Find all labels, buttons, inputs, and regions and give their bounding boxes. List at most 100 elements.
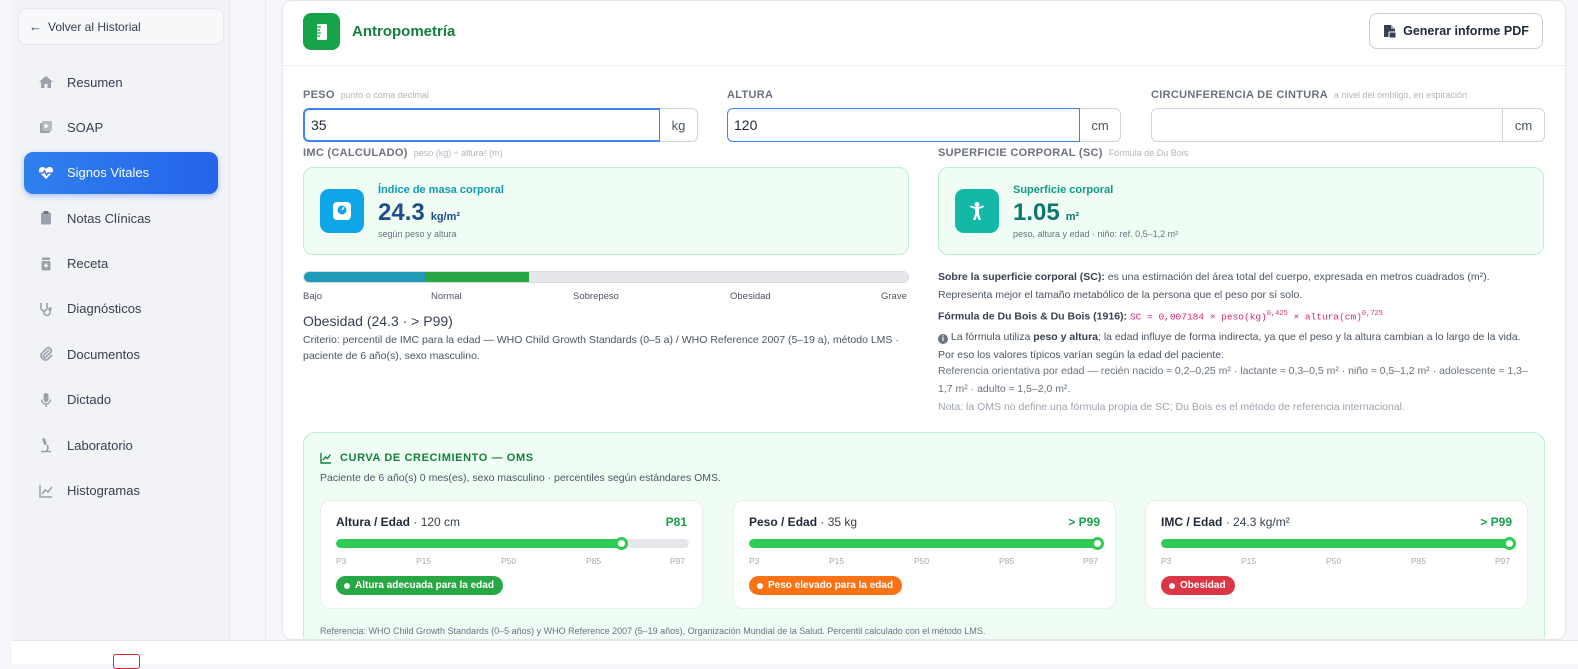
scale-label-grave: Grave [881, 291, 907, 302]
percentile-marker [1091, 537, 1104, 550]
sidebar-item-label: Histogramas [67, 483, 140, 499]
sc-title: Superficie corporal [1013, 184, 1114, 196]
imc-scale-segment-bajo [304, 272, 425, 282]
sidebar-item-label: Receta [67, 256, 109, 272]
imc-criteria: Criterio: percentil de IMC para la edad … [303, 334, 899, 362]
sidebar: ← Volver al Historial Resumen SOAP Signo… [12, 0, 230, 640]
sc-note: Nota: la OMS no define una fórmula propi… [938, 401, 1405, 413]
imc-value: 24.3 [378, 199, 425, 226]
waist-unit: cm [1503, 108, 1545, 142]
pdf-preview-thumbnail[interactable] [113, 654, 140, 669]
status-badge: Obesidad [1161, 576, 1235, 595]
content-gutter [230, 0, 266, 640]
sidebar-item-diagnosticos[interactable]: Diagnósticos [24, 288, 218, 330]
child-icon [955, 189, 999, 233]
scale-label-obesidad: Obesidad [730, 291, 771, 302]
percentile-value: P81 [665, 515, 687, 529]
clipboard-icon [41, 211, 51, 225]
sidebar-item-histogramas[interactable]: Histogramas [24, 470, 218, 512]
microscope-icon [41, 438, 51, 453]
imc-unit: kg/m² [430, 211, 461, 223]
growth-card-weight: Peso / Edad · 35 kg > P99 P3 P15 P50 P85 P97… [733, 500, 1116, 609]
scale-icon [320, 189, 364, 233]
prescription-icon [41, 257, 51, 271]
imc-metric-card: Índice de masa corporal 24.3 kg/m² según … [303, 167, 909, 255]
growth-title-row: CURVA DE CRECIMIENTO — OMS [320, 452, 534, 464]
growth-curve-panel: CURVA DE CRECIMIENTO — OMS Paciente de 6… [303, 432, 1545, 639]
back-to-history-button[interactable]: ← Volver al Historial [18, 8, 224, 45]
sidebar-item-label: Resumen [67, 74, 123, 90]
percentile-marker [1503, 537, 1516, 550]
imc-section-label: IMC (CALCULADO) peso (kg) ÷ altura² (m) [303, 147, 503, 159]
waist-label: CIRCUNFERENCIA DE CINTURA a nivel del omb… [1151, 89, 1468, 101]
paperclip-icon [40, 347, 53, 362]
scale-label-normal: Normal [431, 291, 462, 302]
sidebar-item-signos-vitales[interactable]: Signos Vitales [24, 151, 218, 194]
height-label: ALTURA [727, 89, 774, 101]
status-badge: Peso elevado para la edad [749, 576, 903, 595]
info-icon: i [938, 334, 948, 344]
percentile-marker [615, 537, 628, 550]
sidebar-item-label: Laboratorio [67, 437, 133, 453]
sidebar-item-documentos[interactable]: Documentos [24, 333, 218, 375]
sc-formula: Fórmula de Du Bois & Du Bois (1916): SC … [938, 310, 1383, 323]
generate-pdf-button[interactable]: Generar informe PDF [1369, 13, 1543, 49]
arrow-left-icon: ← [29, 19, 42, 34]
imc-scale-bar [303, 271, 909, 283]
growth-subtitle: Paciente de 6 año(s) 0 mes(es), sexo mas… [320, 472, 721, 484]
sidebar-item-resumen[interactable]: Resumen [24, 61, 218, 103]
sc-about: Sobre la superficie corporal (SC): es un… [938, 271, 1490, 301]
sidebar-item-label: Dictado [67, 392, 112, 408]
sc-unit: m² [1065, 211, 1080, 223]
weight-label: PESO punto o coma decimal [303, 89, 429, 101]
sidebar-item-label: Notas Clínicas [67, 210, 151, 226]
medical-file-icon [40, 121, 52, 134]
sc-metric-card: Superficie corporal 1.05 m² peso, altura … [938, 167, 1544, 255]
sidebar-item-soap[interactable]: SOAP [24, 106, 218, 148]
scale-label-sobrepeso: Sobrepeso [573, 291, 619, 302]
imc-subtitle: según peso y altura [378, 229, 457, 239]
sc-section-label: SUPERFICIE CORPORAL (SC) Fórmula de Du Bo… [938, 147, 1189, 159]
percentile-bar [1161, 539, 1514, 548]
sc-value-row: 1.05 m² [1013, 199, 1079, 227]
sidebar-item-notas-clinicas[interactable]: Notas Clínicas [24, 197, 218, 239]
pdf-file-icon [1384, 25, 1397, 38]
sc-reference: Referencia orientativa por edad — recién… [938, 365, 1528, 395]
sidebar-item-label: Signos Vitales [67, 165, 150, 181]
home-icon [39, 76, 53, 88]
height-unit: cm [1080, 108, 1121, 142]
weight-input[interactable]: 35 [303, 108, 661, 142]
percentile-bar [749, 539, 1102, 548]
waist-input[interactable] [1151, 108, 1503, 142]
heart-pulse-icon [38, 166, 54, 179]
percentile-value: > P99 [1068, 515, 1100, 529]
microphone-icon [40, 392, 52, 407]
chart-line-icon [320, 453, 332, 464]
imc-value-row: 24.3 kg/m² [378, 199, 460, 227]
sidebar-item-laboratorio[interactable]: Laboratorio [24, 424, 218, 466]
imc-classification: Obesidad (24.3 · > P99) [303, 313, 453, 329]
back-label: Volver al Historial [48, 19, 141, 34]
scale-label-bajo: Bajo [303, 291, 323, 302]
sidebar-item-label: SOAP [67, 119, 104, 135]
sc-value: 1.05 [1013, 199, 1060, 226]
percentile-value: > P99 [1480, 515, 1512, 529]
height-input[interactable]: 120 [727, 108, 1080, 142]
imc-title: Índice de masa corporal [378, 184, 504, 196]
sidebar-item-dictado[interactable]: Dictado [24, 379, 218, 421]
status-badge: Altura adecuada para la edad [336, 576, 503, 595]
ruler-icon [303, 13, 340, 50]
growth-reference: Referencia: WHO Child Growth Standards (… [320, 626, 986, 636]
sc-subtitle: peso, altura y edad · niño: ref. 0,5–1,2… [1013, 229, 1179, 239]
card-header: Antropometría Generar informe PDF [283, 1, 1565, 66]
pdf-button-label: Generar informe PDF [1403, 24, 1529, 38]
bottom-bar [12, 640, 1578, 669]
stethoscope-icon [40, 302, 52, 317]
growth-card-imc: IMC / Edad · 24.3 kg/m² > P99 P3 P15 P50 P8… [1145, 500, 1528, 609]
anthropometry-card: Antropometría Generar informe PDF PESO pu… [282, 0, 1566, 640]
growth-title: CURVA DE CRECIMIENTO — OMS [340, 452, 534, 464]
sidebar-item-receta[interactable]: Receta [24, 243, 218, 285]
imc-scale-segment-normal [425, 272, 529, 282]
growth-card-height: Altura / Edad · 120 cm P81 P3 P15 P50 P85 P9… [320, 500, 703, 609]
sidebar-item-label: Documentos [67, 346, 140, 362]
